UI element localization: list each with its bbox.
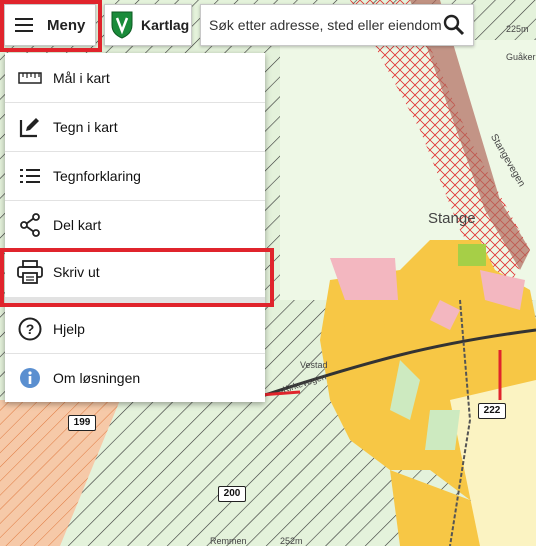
menu-item-label: Tegnforklaring — [53, 168, 141, 184]
map-label-vestad: Vestad — [300, 360, 328, 370]
layers-button-label: Kartlag — [141, 17, 190, 33]
road-sign-199: 199 — [68, 415, 96, 431]
menu-item-help[interactable]: ? Hjelp — [5, 305, 265, 354]
menu-item-measure[interactable]: Mål i kart — [5, 53, 265, 103]
map-elevation-225: 225m — [506, 24, 529, 34]
menu-item-label: Hjelp — [53, 321, 85, 337]
road-sign-222: 222 — [478, 403, 506, 419]
menu-button-label: Meny — [47, 16, 86, 34]
menu-item-label: Mål i kart — [53, 69, 110, 86]
menu-item-share[interactable]: Del kart — [5, 201, 265, 250]
map-label-guaker: Guåker — [506, 52, 536, 62]
search-bar — [200, 4, 474, 46]
menu-item-about[interactable]: Om løsningen — [5, 354, 265, 402]
map-label-stange: Stange — [428, 210, 476, 227]
menu-item-label: Om løsningen — [53, 370, 141, 386]
share-icon — [17, 212, 43, 238]
printer-icon — [17, 259, 43, 285]
main-menu-panel: Mål i kart Tegn i kart Tegnforklaring De… — [5, 53, 265, 402]
svg-text:?: ? — [26, 321, 35, 337]
municipality-shield-icon — [111, 11, 133, 39]
search-input[interactable] — [207, 16, 443, 34]
menu-divider — [5, 297, 265, 305]
info-icon — [17, 365, 43, 391]
hamburger-icon — [15, 18, 33, 32]
menu-button[interactable]: Meny — [4, 4, 96, 46]
menu-item-label: Skriv ut — [53, 264, 100, 280]
menu-item-label: Tegn i kart — [53, 119, 118, 135]
ruler-icon — [17, 65, 43, 91]
map-elevation-252: 252m — [280, 536, 303, 546]
menu-item-print[interactable]: Skriv ut — [5, 250, 265, 294]
layers-button[interactable]: Kartlag — [104, 4, 192, 46]
menu-item-legend[interactable]: Tegnforklaring — [5, 152, 265, 201]
menu-item-label: Del kart — [53, 217, 102, 233]
draw-icon — [17, 114, 43, 140]
road-sign-200: 200 — [218, 486, 246, 502]
map-label-remmen: Remmen — [210, 536, 247, 546]
menu-item-draw[interactable]: Tegn i kart — [5, 103, 265, 152]
search-icon[interactable] — [443, 14, 465, 36]
legend-list-icon — [17, 163, 43, 189]
help-icon: ? — [17, 316, 43, 342]
